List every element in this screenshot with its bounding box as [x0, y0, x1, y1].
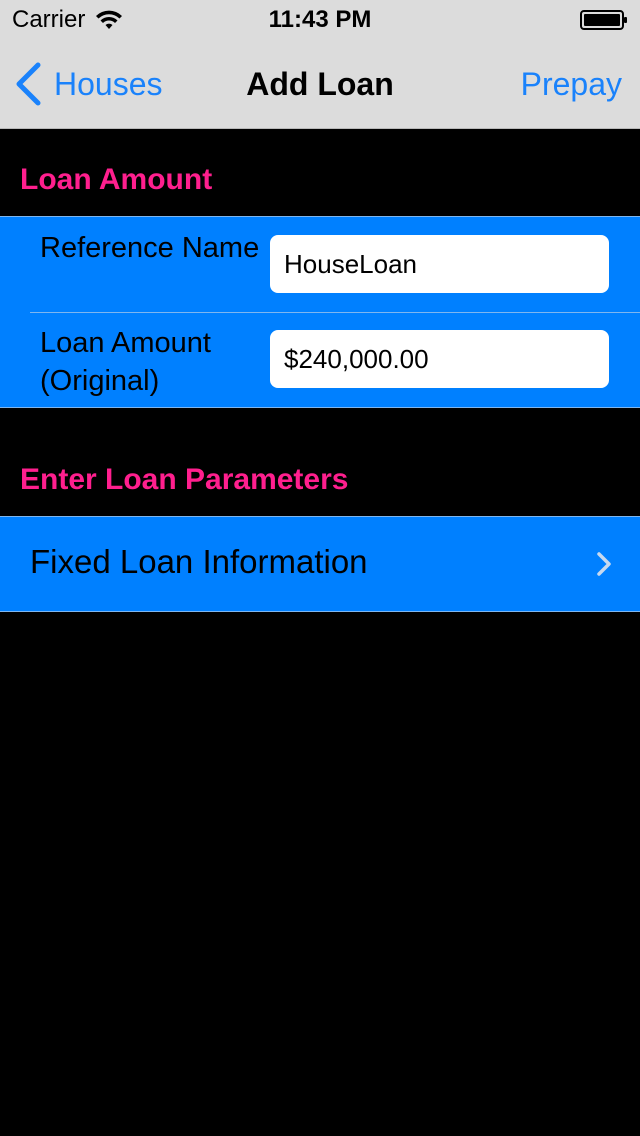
prepay-button[interactable]: Prepay [521, 66, 622, 103]
reference-name-input[interactable] [270, 235, 609, 293]
loan-amount-label: Loan Amount (Original) [40, 327, 211, 397]
section-header-loan-amount: Loan Amount [20, 163, 213, 196]
section-header-loan-parameters: Enter Loan Parameters [20, 463, 349, 496]
form-row-reference-name: Reference Name [0, 217, 640, 312]
status-time: 11:43 PM [268, 6, 372, 33]
loan-amount-input[interactable] [270, 330, 609, 388]
navigation-bar: Carrier 11:43 PM Houses Add Loan Prepay [0, 0, 640, 129]
screen: Carrier 11:43 PM Houses Add Loan Prepay … [0, 0, 640, 1136]
form-row-loan-amount: Loan Amount (Original) [0, 312, 640, 407]
reference-name-label: Reference Name [40, 232, 260, 264]
fixed-loan-information-row[interactable]: Fixed Loan Information [0, 516, 640, 612]
battery-icon [580, 10, 627, 30]
fixed-loan-information-label: Fixed Loan Information [30, 543, 368, 580]
chevron-right-icon [597, 552, 611, 576]
loan-amount-group: Reference Name Loan Amount (Original) [0, 216, 640, 408]
